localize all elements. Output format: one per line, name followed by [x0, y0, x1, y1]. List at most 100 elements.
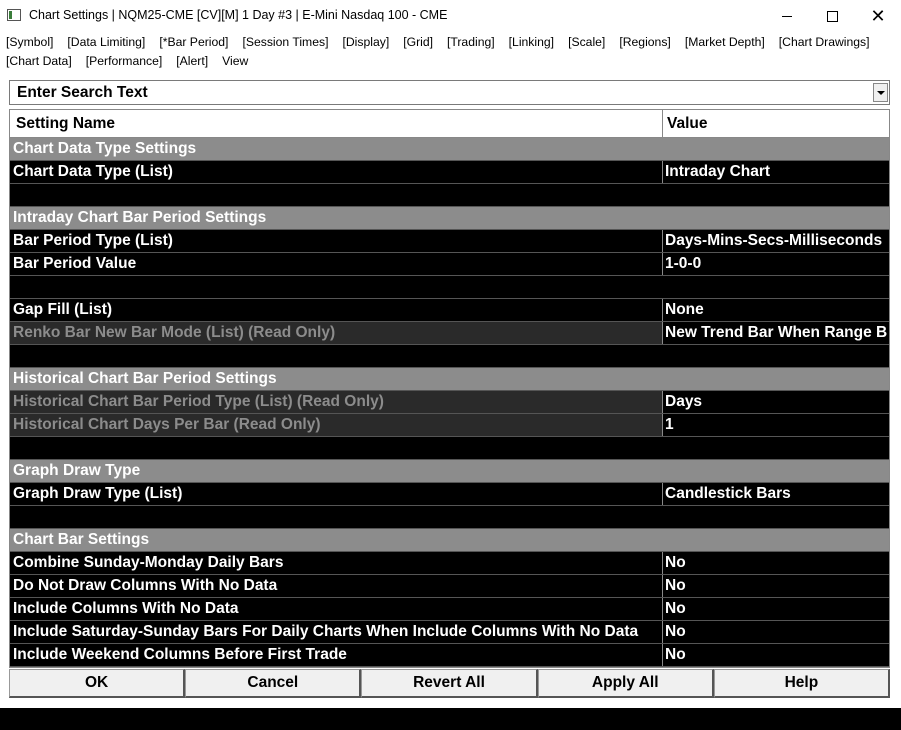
- setting-row[interactable]: Do Not Draw Columns With No Data No: [10, 575, 889, 598]
- cell-divider: [662, 575, 663, 597]
- setting-name: Include Saturday-Sunday Bars For Daily C…: [13, 623, 639, 640]
- menu-item[interactable]: [Market Depth]: [685, 33, 765, 52]
- setting-value[interactable]: 1: [665, 414, 889, 436]
- menu-item[interactable]: [Regions]: [619, 33, 671, 52]
- settings-rows: Chart Data Type Settings Chart Data Type …: [10, 138, 889, 667]
- blank-row: [10, 184, 889, 207]
- setting-row[interactable]: Include Columns With No Data No: [10, 598, 889, 621]
- cell-divider: [662, 552, 663, 574]
- setting-value[interactable]: No: [665, 598, 889, 620]
- cancel-button[interactable]: Cancel: [185, 669, 362, 698]
- setting-row[interactable]: Include Weekend Columns Before First Tra…: [10, 644, 889, 667]
- setting-row[interactable]: Bar Period Type (List) Days-Mins-Secs-Mil…: [10, 230, 889, 253]
- setting-value[interactable]: Days: [665, 391, 889, 413]
- setting-row[interactable]: Graph Draw Type (List) Candlestick Bars: [10, 483, 889, 506]
- menu-item[interactable]: [Grid]: [403, 33, 433, 52]
- search-combobox[interactable]: [9, 80, 890, 105]
- setting-name: Graph Draw Type (List): [13, 485, 183, 502]
- menu-item[interactable]: [Session Times]: [242, 33, 328, 52]
- apply-all-button[interactable]: Apply All: [537, 669, 714, 698]
- cell-divider: [662, 230, 663, 252]
- grid-header: Setting Name Value: [10, 110, 889, 138]
- readonly-setting-row[interactable]: Renko Bar New Bar Mode (List) (Read Only…: [10, 322, 889, 345]
- setting-row[interactable]: Gap Fill (List) None: [10, 299, 889, 322]
- setting-value[interactable]: Candlestick Bars: [665, 483, 889, 505]
- setting-row[interactable]: Combine Sunday-Monday Daily Bars No: [10, 552, 889, 575]
- readonly-setting-row[interactable]: Historical Chart Days Per Bar (Read Only…: [10, 414, 889, 437]
- menu-item[interactable]: [Chart Data]: [6, 52, 72, 71]
- menu-row-1: [Symbol] [Data Limiting] [*Bar Period] [Ses…: [6, 33, 896, 52]
- setting-value[interactable]: 1-0-0: [665, 253, 889, 275]
- chart-settings-window: Chart Settings | NQM25-CME [CV][M] 1 Day…: [0, 0, 901, 708]
- menu-item[interactable]: [Chart Drawings]: [779, 33, 870, 52]
- cell-divider: [662, 644, 663, 666]
- revert-all-button[interactable]: Revert All: [361, 669, 538, 698]
- menu-item[interactable]: [Data Limiting]: [67, 33, 145, 52]
- help-button[interactable]: Help: [713, 669, 891, 698]
- ok-button[interactable]: OK: [9, 669, 186, 698]
- maximize-icon: [826, 10, 838, 22]
- menu-item[interactable]: [*Bar Period]: [159, 33, 228, 52]
- setting-row[interactable]: Chart Data Type (List) Intraday Chart: [10, 161, 889, 184]
- column-header-setting-name[interactable]: Setting Name: [16, 115, 115, 133]
- setting-name: Chart Data Type (List): [13, 163, 173, 180]
- setting-name: Bar Period Value: [13, 255, 137, 272]
- minimize-button[interactable]: [764, 0, 810, 32]
- section-header-row[interactable]: Chart Data Type Settings: [10, 138, 889, 161]
- setting-value[interactable]: No: [665, 621, 889, 643]
- setting-value[interactable]: No: [665, 575, 889, 597]
- setting-value[interactable]: Intraday Chart: [665, 161, 889, 183]
- blank-row: [10, 345, 889, 368]
- column-divider[interactable]: [662, 110, 663, 138]
- chevron-down-icon: [876, 90, 885, 95]
- column-header-value[interactable]: Value: [667, 115, 708, 133]
- search-input[interactable]: [10, 81, 870, 104]
- setting-name: Gap Fill (List): [13, 301, 113, 318]
- setting-value[interactable]: None: [665, 299, 889, 321]
- cell-divider: [662, 414, 663, 436]
- setting-name: Do Not Draw Columns With No Data: [13, 577, 278, 594]
- close-button[interactable]: ✕: [855, 0, 901, 32]
- maximize-button[interactable]: [809, 0, 855, 32]
- cell-divider: [662, 391, 663, 413]
- settings-grid[interactable]: Setting Name Value Chart Data Type Setti…: [9, 109, 890, 668]
- menu-item[interactable]: [Trading]: [447, 33, 495, 52]
- setting-name: Include Weekend Columns Before First Tra…: [13, 646, 347, 663]
- blank-row: [10, 437, 889, 460]
- menu-row-2: [Chart Data] [Performance] [Alert] View: [6, 52, 896, 71]
- menu-item[interactable]: [Symbol]: [6, 33, 53, 52]
- setting-name: Renko Bar New Bar Mode (List) (Read Only…: [13, 324, 336, 341]
- setting-name: Historical Chart Days Per Bar (Read Only…: [13, 416, 321, 433]
- setting-row[interactable]: Include Saturday-Sunday Bars For Daily C…: [10, 621, 889, 644]
- menu-item[interactable]: [Scale]: [568, 33, 605, 52]
- readonly-setting-row[interactable]: Historical Chart Bar Period Type (List) …: [10, 391, 889, 414]
- menu-item[interactable]: [Linking]: [509, 33, 554, 52]
- menu-item[interactable]: [Display]: [342, 33, 389, 52]
- setting-name: Bar Period Type (List): [13, 232, 173, 249]
- section-header-row[interactable]: Graph Draw Type: [10, 460, 889, 483]
- menu-item[interactable]: [Performance]: [86, 52, 163, 71]
- cell-divider: [662, 161, 663, 183]
- close-icon: ✕: [870, 6, 886, 26]
- blank-row: [10, 506, 889, 529]
- menu-item[interactable]: View: [222, 52, 248, 71]
- section-header-row[interactable]: Historical Chart Bar Period Settings: [10, 368, 889, 391]
- section-header-row[interactable]: Intraday Chart Bar Period Settings: [10, 207, 889, 230]
- setting-name: Historical Chart Bar Period Type (List) …: [13, 393, 384, 410]
- setting-value[interactable]: No: [665, 644, 889, 666]
- setting-value[interactable]: No: [665, 552, 889, 574]
- blank-row: [10, 276, 889, 299]
- cell-divider: [662, 621, 663, 643]
- setting-name: Include Columns With No Data: [13, 600, 239, 617]
- search-dropdown-button[interactable]: [873, 83, 888, 102]
- setting-row[interactable]: Bar Period Value 1-0-0: [10, 253, 889, 276]
- menu-item[interactable]: [Alert]: [176, 52, 208, 71]
- setting-value[interactable]: New Trend Bar When Range B: [665, 322, 889, 344]
- cell-divider: [662, 598, 663, 620]
- button-bar: OK Cancel Revert All Apply All Help: [9, 669, 891, 698]
- setting-name: Combine Sunday-Monday Daily Bars: [13, 554, 284, 571]
- section-header-row[interactable]: Chart Bar Settings: [10, 529, 889, 552]
- title-bar[interactable]: Chart Settings | NQM25-CME [CV][M] 1 Day…: [0, 0, 901, 32]
- cell-divider: [662, 483, 663, 505]
- setting-value[interactable]: Days-Mins-Secs-Milliseconds: [665, 230, 889, 252]
